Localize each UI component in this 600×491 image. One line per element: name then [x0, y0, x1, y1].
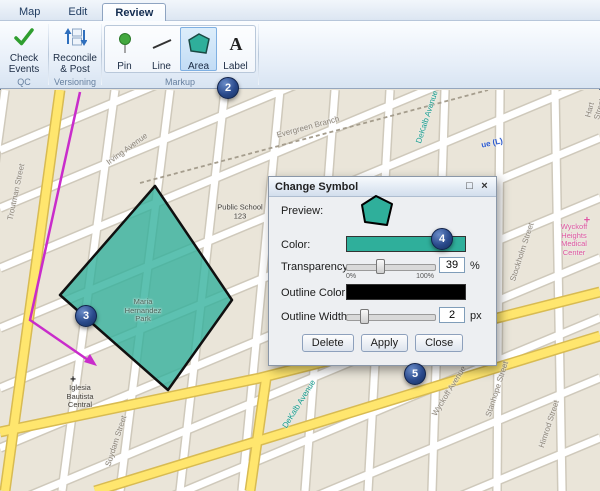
pin-icon — [114, 32, 136, 61]
outline-width-slider-thumb[interactable] — [360, 309, 369, 324]
group-label-markup: Markup — [102, 77, 258, 87]
delete-button[interactable]: Delete — [302, 334, 354, 352]
transparency-slider-thumb[interactable] — [376, 259, 385, 274]
label-button[interactable]: A Label — [217, 27, 254, 71]
symbol-preview — [359, 193, 395, 232]
ribbon-tabstrip: MapEditReview — [0, 0, 600, 21]
transparency-label: Transparency: — [281, 261, 351, 273]
area-button[interactable]: Area — [180, 27, 217, 71]
check-icon — [13, 26, 35, 53]
color-label: Color: — [281, 239, 310, 251]
group-label-versioning: Versioning — [49, 77, 101, 87]
transparency-value-input[interactable] — [439, 257, 465, 273]
line-icon — [151, 32, 173, 61]
close-icon[interactable]: × — [477, 179, 492, 194]
apply-button[interactable]: Apply — [361, 334, 409, 352]
outline-color-label: Outline Color: — [281, 287, 348, 299]
line-label: Line — [152, 61, 171, 72]
outline-width-slider[interactable] — [346, 314, 436, 321]
check-events-button[interactable]: Check Events — [1, 23, 47, 75]
reconcile-post-button[interactable]: Reconcile & Post — [50, 23, 100, 75]
group-separator — [258, 24, 259, 85]
area-label: Area — [188, 61, 209, 72]
tab-review[interactable]: Review — [102, 3, 166, 21]
transparency-min-label: 0% — [346, 273, 356, 280]
tab-map[interactable]: Map — [6, 2, 53, 20]
outline-width-value-input[interactable] — [439, 307, 465, 323]
markup-tools-panel: Pin Line Area — [104, 25, 256, 73]
change-symbol-dialog: Change Symbol □ × Preview: Color: Transp… — [268, 176, 497, 366]
label-icon: A — [225, 32, 247, 61]
transparency-unit: % — [470, 260, 480, 272]
reconcile-post-icon — [63, 26, 87, 53]
outline-width-unit: px — [470, 310, 482, 322]
line-button[interactable]: Line — [143, 27, 180, 71]
close-button[interactable]: Close — [415, 334, 463, 352]
group-markup: Pin Line Area — [102, 21, 258, 88]
application-window: MapEditReview Check Events QC — [0, 0, 600, 491]
tab-edit[interactable]: Edit — [55, 2, 100, 20]
preview-label: Preview: — [281, 205, 323, 217]
ribbon: Check Events QC Reconcile & Post — [0, 21, 600, 89]
group-versioning: Reconcile & Post Versioning — [49, 21, 101, 88]
transparency-slider[interactable] — [346, 264, 436, 271]
area-icon — [188, 32, 210, 61]
tab-list: MapEditReview — [6, 2, 168, 20]
dialog-button-row: Delete Apply Close — [269, 334, 496, 352]
check-events-label: Check Events — [1, 53, 47, 75]
outline-width-label: Outline Width: — [281, 311, 350, 323]
group-qc: Check Events QC — [0, 21, 48, 88]
pin-label: Pin — [117, 61, 131, 72]
label-label: Label — [223, 61, 247, 72]
group-label-qc: QC — [0, 77, 48, 87]
color-swatch[interactable] — [346, 236, 466, 252]
dialog-title: Change Symbol — [275, 181, 462, 193]
svg-text:A: A — [229, 34, 242, 54]
reconcile-post-label: Reconcile & Post — [50, 53, 100, 75]
maximize-icon[interactable]: □ — [462, 179, 477, 194]
pin-button[interactable]: Pin — [106, 27, 143, 71]
transparency-max-label: 100% — [416, 273, 434, 280]
outline-color-swatch[interactable] — [346, 284, 466, 300]
transparency-minmax: 0% 100% — [346, 273, 434, 280]
